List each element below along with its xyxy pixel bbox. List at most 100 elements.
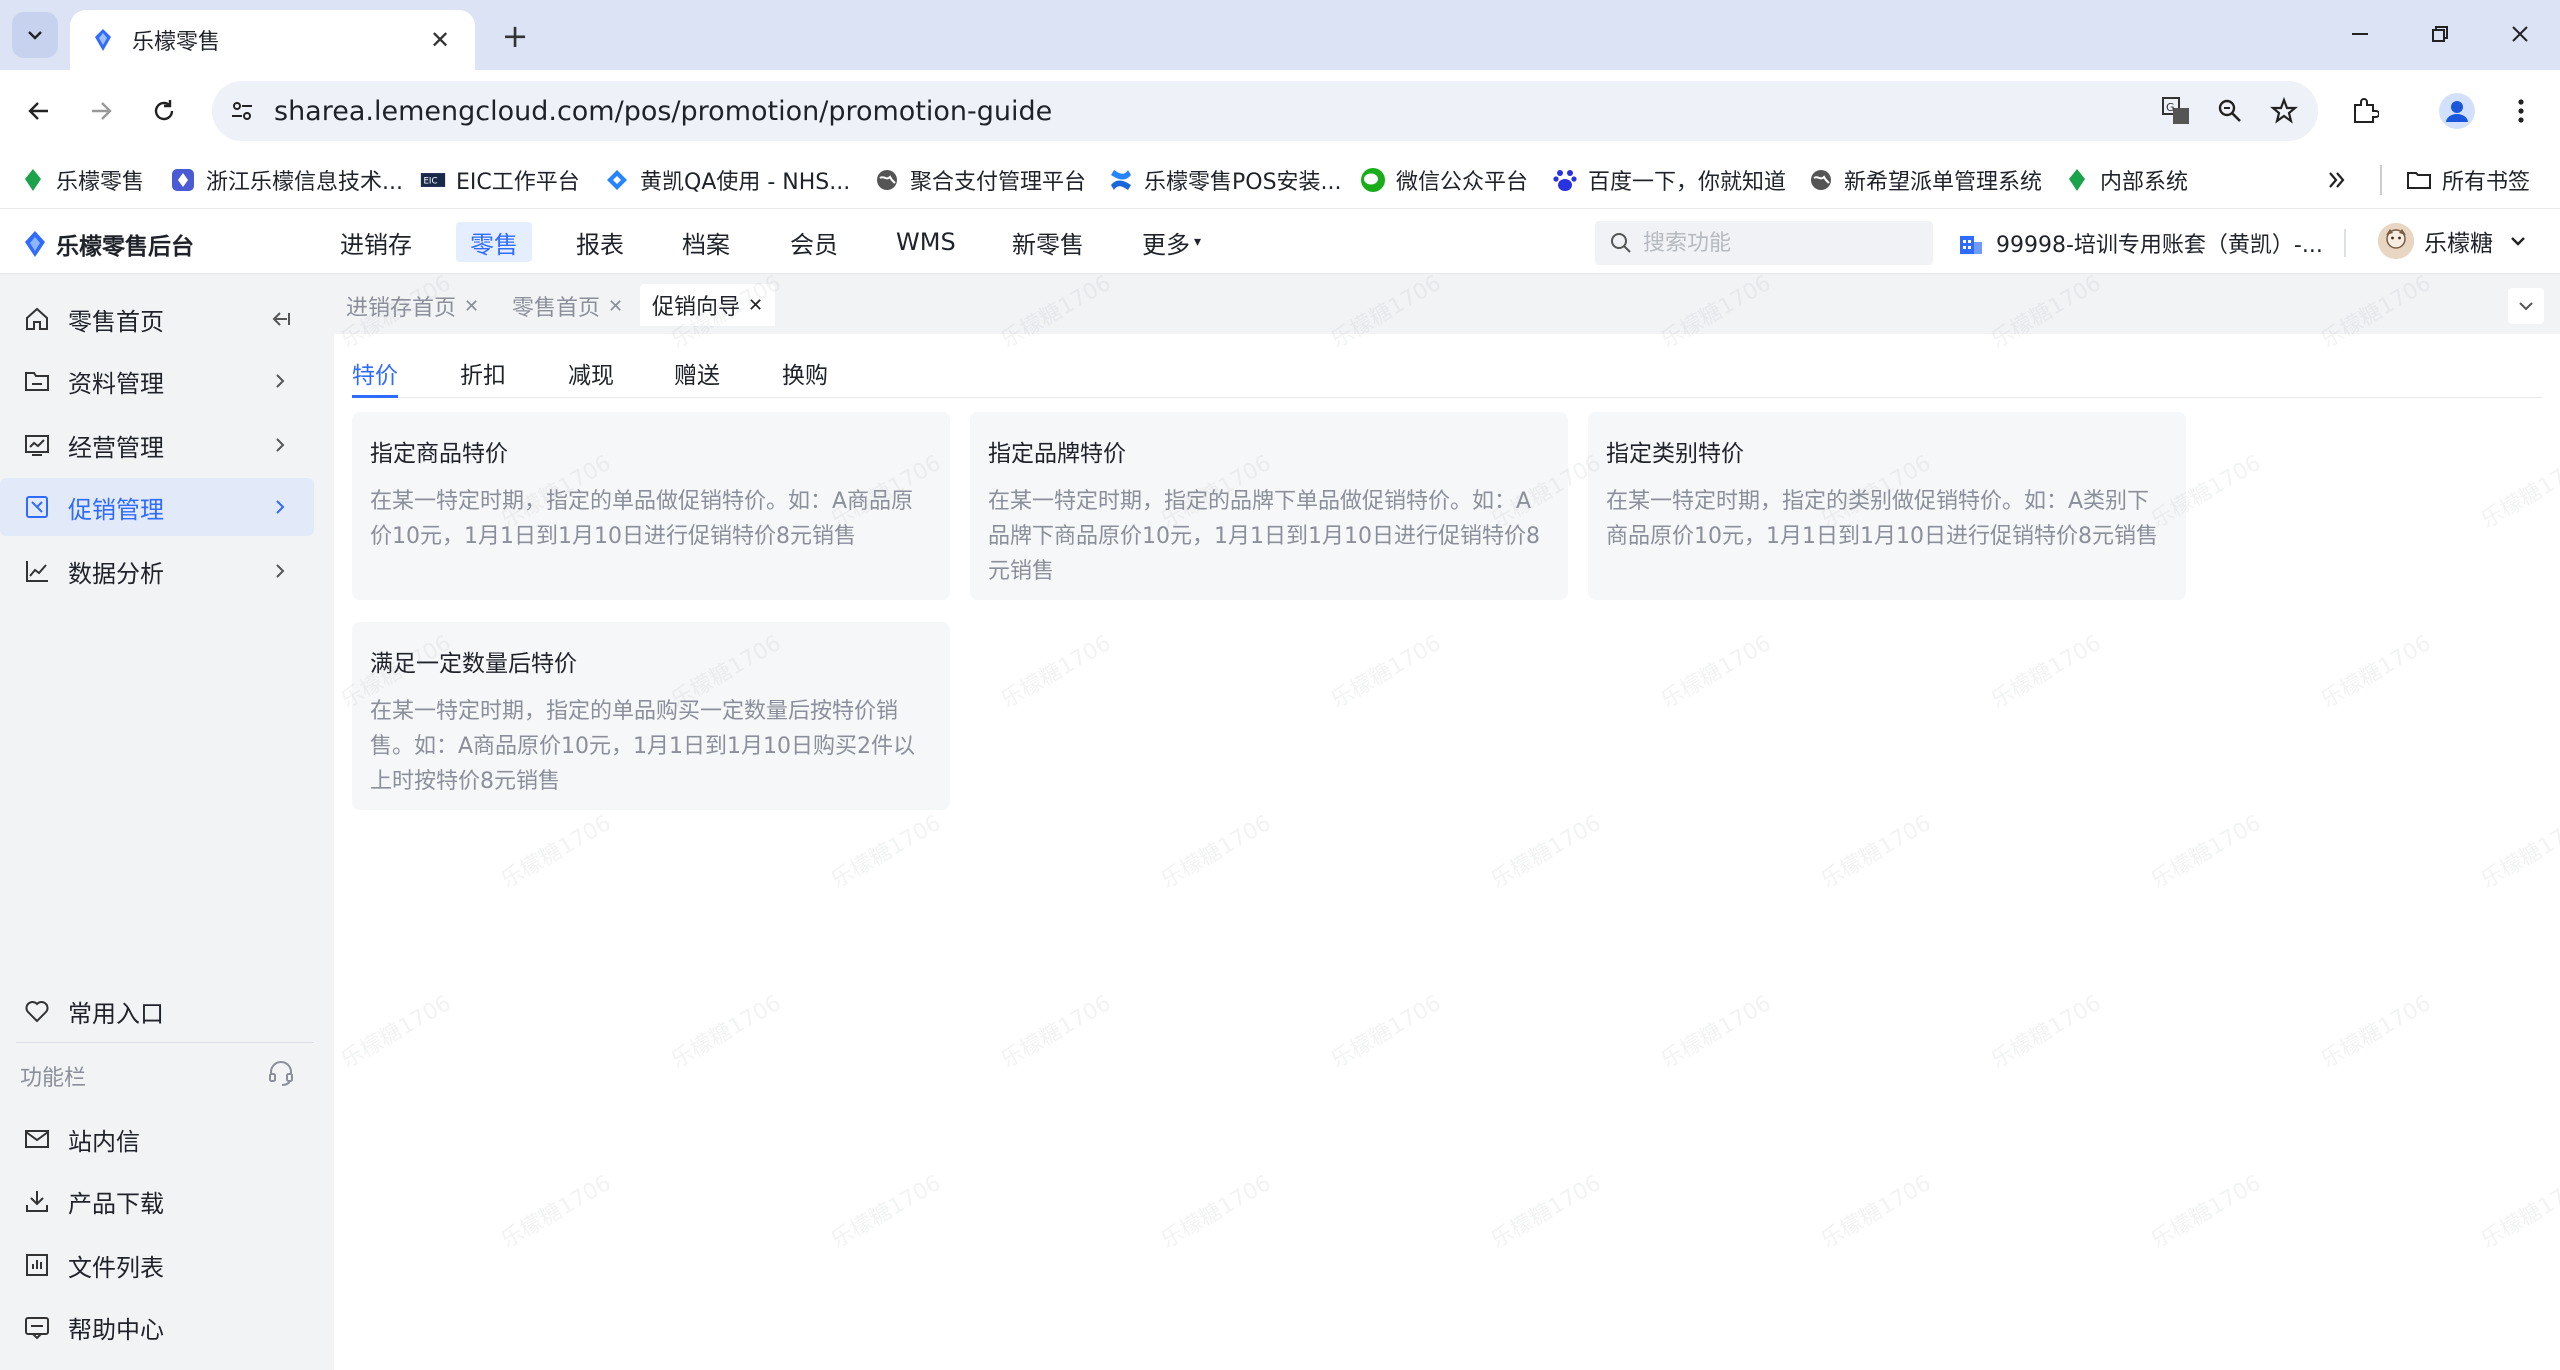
account-switcher[interactable]: 99998-培训专用账套（黄凯）-... [1958,227,2323,259]
minimize-button[interactable] [2330,14,2390,54]
watermark-text: 乐檬糖1706 [997,630,1116,714]
close-icon[interactable]: ✕ [608,296,623,317]
search-icon [1611,233,1631,253]
bookmark-item[interactable]: 聚合支付管理平台 [874,160,1086,200]
nav-archives[interactable]: 档案 [668,222,744,262]
nav-retail[interactable]: 零售 [456,222,532,262]
user-name: 乐檬糖 [2424,231,2493,257]
tab-close-icon[interactable]: ✕ [425,26,455,54]
sidebar-item-promotion[interactable]: 促销管理 [0,478,314,536]
promotion-card[interactable]: 指定品牌特价 在某一特定时期，指定的品牌下单品做促销特价。如：A品牌下商品原价1… [970,412,1568,600]
sidebar-item-file-list[interactable]: 文件列表 [0,1236,314,1294]
new-tab-button[interactable]: + [495,16,535,56]
nav-wms[interactable]: WMS [882,222,970,262]
restore-button[interactable] [2410,14,2470,54]
bookmark-item[interactable]: 内部系统 [2064,160,2188,200]
sidebar-item-operations[interactable]: 经营管理 [0,416,314,474]
translate-button[interactable]: G [2156,91,2196,131]
mail-icon [22,1124,52,1154]
bookmark-item[interactable]: 百度一下，你就知道 [1552,160,1786,200]
promotion-icon [22,492,52,522]
avatar [2378,223,2414,259]
sidebar-item-retail-home[interactable]: 零售首页 [0,290,314,348]
address-bar[interactable]: sharea.lemengcloud.com/pos/promotion/pro… [212,81,2318,141]
promotion-card[interactable]: 指定类别特价 在某一特定时期，指定的类别做促销特价。如：A类别下商品原价10元，… [1588,412,2186,600]
more-bookmarks-button[interactable] [2326,160,2348,200]
tab-search-button[interactable] [12,12,58,58]
url-text[interactable]: sharea.lemengcloud.com/pos/promotion/pro… [274,96,1052,127]
confluence-icon [1111,170,1131,190]
reload-button[interactable] [143,90,185,132]
user-menu[interactable]: 乐檬糖 [2378,223,2529,259]
headset-icon[interactable] [266,1058,296,1092]
zoom-button[interactable] [2210,91,2250,131]
browser-tab-active[interactable]: 乐檬零售 ✕ [70,10,475,70]
subtab-cash-off[interactable]: 减现 [568,356,614,398]
promotion-card[interactable]: 指定商品特价 在某一特定时期，指定的单品做促销特价。如：A商品原价10元，1月1… [352,412,950,600]
avatar-icon [2378,223,2414,259]
globe-icon [1811,170,1831,190]
chevron-right-icon [268,433,292,457]
card-title: 指定类别特价 [1606,441,1744,467]
browser-menu-button[interactable] [2500,90,2542,132]
watermark-text: 乐檬糖1706 [1657,630,1776,714]
sidebar-item-label: 数据分析 [68,559,164,588]
function-search[interactable] [1595,221,1933,265]
promotion-card[interactable]: 满足一定数量后特价 在某一特定时期，指定的单品购买一定数量后按特价销售。如：A商… [352,622,950,810]
nav-inventory[interactable]: 进销存 [326,222,426,262]
building-icon [1960,236,1982,254]
tabs-dropdown-button[interactable] [2508,288,2544,324]
watermark-text: 乐檬糖1706 [2477,450,2560,534]
bar-chart-icon [22,1250,52,1280]
sidebar-item-messages[interactable]: 站内信 [0,1110,314,1168]
close-icon[interactable]: ✕ [464,296,479,317]
site-info-button[interactable] [222,91,262,131]
reload-icon [154,100,174,121]
bookmark-item[interactable]: 乐檬零售POS安装... [1108,160,1342,200]
extensions-button[interactable] [2344,90,2386,132]
watermark-text: 乐檬糖1706 [827,1170,946,1254]
bookmark-item[interactable]: EIC EIC工作平台 [420,160,580,200]
all-bookmarks-button[interactable]: 所有书签 [2406,160,2530,200]
sidebar-favorites[interactable]: 常用入口 [0,982,314,1040]
close-window-button[interactable] [2490,14,2550,54]
function-bar-label: 功能栏 [20,1066,87,1091]
sidebar-item-data-analysis[interactable]: 数据分析 [0,542,314,600]
page-tab-inventory-home[interactable]: 进销存首页 ✕ [334,286,491,326]
bookmark-item[interactable]: 黄凯QA使用 - NHS... [604,160,850,200]
collapse-sidebar-icon[interactable] [268,307,292,331]
nav-reports[interactable]: 报表 [562,222,638,262]
sidebar-item-help[interactable]: 帮助中心 [0,1298,314,1356]
profile-button[interactable] [2436,90,2478,132]
sidebar-item-data-management[interactable]: 资料管理 [0,352,314,410]
nav-new-retail[interactable]: 新零售 [998,222,1098,262]
watermark-text: 乐檬糖1706 [2477,1170,2560,1254]
card-title: 指定品牌特价 [988,441,1126,467]
sidebar-item-download[interactable]: 产品下载 [0,1172,314,1230]
forward-button[interactable] [80,90,122,132]
globe-icon [877,170,897,190]
subtab-discount[interactable]: 折扣 [460,356,506,398]
bookmark-star-button[interactable] [2264,91,2304,131]
bookmark-item[interactable]: 新希望派单管理系统 [1808,160,2042,200]
watermark-text: 乐檬糖1706 [827,810,946,894]
chevron-right-icon [268,495,292,519]
brand[interactable]: 乐檬零售后台 [22,227,194,261]
bookmark-item[interactable]: 乐檬零售 [20,160,144,200]
favorites-label: 常用入口 [68,999,164,1028]
subtab-special-price[interactable]: 特价 [352,356,398,398]
bookmark-item[interactable]: 微信公众平台 [1360,160,1528,200]
subtab-exchange[interactable]: 换购 [782,356,828,398]
nav-more[interactable]: 更多 ▾ [1128,222,1215,262]
search-input[interactable] [1643,230,1923,256]
nav-members[interactable]: 会员 [776,222,852,262]
browser-tab-bar: 乐檬零售 ✕ + [0,0,2560,70]
arrow-right-icon [92,102,112,120]
page-tab-retail-home[interactable]: 零售首页 ✕ [500,286,635,326]
close-icon[interactable]: ✕ [748,295,763,316]
page-tab-promotion-guide[interactable]: 促销向导 ✕ [640,284,776,326]
back-button[interactable] [18,90,60,132]
subtab-gift[interactable]: 赠送 [674,356,720,398]
bookmark-item[interactable]: 浙江乐檬信息技术... [170,160,403,200]
page-tab-label: 促销向导 [652,295,741,320]
